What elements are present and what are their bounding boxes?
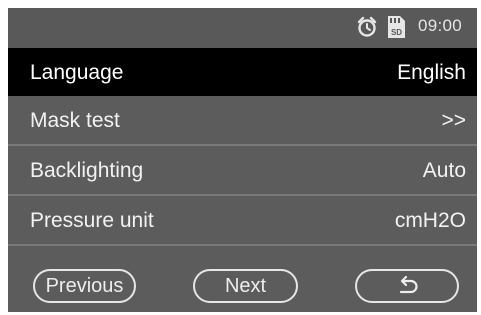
menu-item-pressure-unit[interactable]: Pressure unit cmH2O	[8, 196, 477, 246]
menu-item-mask-test[interactable]: Mask test >>	[8, 96, 477, 146]
menu-item-value: cmH2O	[394, 209, 466, 232]
menu-item-value: >>	[441, 109, 466, 132]
menu-item-label: Language	[30, 61, 124, 84]
back-button[interactable]	[355, 269, 459, 303]
return-arrow-icon	[399, 276, 418, 294]
sd-card-icon: SD	[388, 16, 405, 38]
menu-item-backlighting[interactable]: Backlighting Auto	[8, 146, 477, 196]
navigation-bar: Previous Next	[8, 248, 477, 312]
menu-item-label: Pressure unit	[30, 209, 154, 232]
menu-item-value: Auto	[422, 159, 466, 182]
alarm-clock-icon	[357, 16, 377, 37]
menu-item-language[interactable]: Language English	[8, 48, 477, 96]
clock-time: 09:00	[418, 16, 463, 35]
next-button[interactable]: Next	[193, 269, 298, 303]
menu-item-label: Mask test	[30, 109, 120, 132]
menu-item-value: English	[397, 61, 466, 84]
status-bar: SD 09:00	[8, 8, 477, 48]
previous-button[interactable]: Previous	[33, 269, 136, 303]
sd-label: SD	[391, 28, 402, 37]
menu-item-label: Backlighting	[30, 159, 144, 182]
device-screen: SD 09:00 Language English Mask test >> B…	[8, 8, 477, 312]
